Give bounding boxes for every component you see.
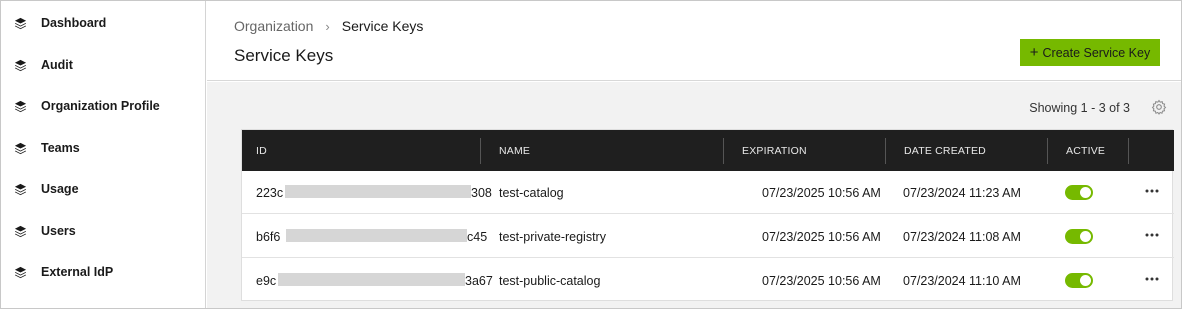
plus-icon: + bbox=[1029, 44, 1039, 61]
service-key-expiration: 07/23/2025 10:56 AM bbox=[762, 185, 881, 200]
column-divider[interactable] bbox=[723, 138, 724, 164]
service-key-expiration: 07/23/2025 10:56 AM bbox=[762, 273, 881, 288]
more-options-icon[interactable] bbox=[1144, 271, 1160, 287]
column-divider[interactable] bbox=[1047, 138, 1048, 164]
column-header-date-created[interactable]: DATE CREATED bbox=[904, 130, 986, 171]
column-header-expiration[interactable]: EXPIRATION bbox=[742, 130, 807, 171]
sidebar-item-label: Usage bbox=[41, 182, 79, 196]
sidebar-item-external-idp[interactable]: External IdP bbox=[1, 254, 206, 290]
service-key-id-suffix: 308 bbox=[471, 185, 492, 200]
toggle-knob bbox=[1080, 231, 1091, 242]
service-key-name: test-public-catalog bbox=[499, 273, 601, 288]
redacted-id bbox=[285, 185, 471, 198]
sidebar-item-organization-profile[interactable]: Organization Profile bbox=[1, 88, 206, 124]
layers-icon bbox=[14, 17, 27, 29]
sidebar-item-label: Organization Profile bbox=[41, 99, 160, 113]
breadcrumb-organization-link[interactable]: Organization bbox=[234, 18, 313, 34]
service-key-date-created: 07/23/2024 11:08 AM bbox=[903, 229, 1021, 244]
sidebar-item-teams[interactable]: Teams bbox=[1, 130, 206, 166]
column-header-name[interactable]: NAME bbox=[499, 130, 530, 171]
layers-icon bbox=[14, 100, 27, 112]
column-divider[interactable] bbox=[885, 138, 886, 164]
service-key-name: test-catalog bbox=[499, 185, 564, 200]
create-service-key-label: Create Service Key bbox=[1042, 45, 1151, 60]
create-service-key-button[interactable]: + Create Service Key bbox=[1020, 39, 1160, 66]
content-area: Showing 1 - 3 of 3 ID NAME EXPIRATION DA… bbox=[207, 82, 1181, 308]
page-title: Service Keys bbox=[234, 46, 334, 65]
page-header: Organization › Service Keys Service Keys… bbox=[207, 1, 1181, 81]
table-row[interactable]: e9c 3a67 test-public-catalog 07/23/2025 … bbox=[242, 259, 1174, 302]
table-header: ID NAME EXPIRATION DATE CREATED ACTIVE bbox=[242, 130, 1174, 171]
sidebar-item-users[interactable]: Users bbox=[1, 213, 206, 249]
sidebar-item-label: Audit bbox=[41, 58, 73, 72]
service-key-name: test-private-registry bbox=[499, 229, 606, 244]
sidebar-item-audit[interactable]: Audit bbox=[1, 47, 206, 83]
active-toggle[interactable] bbox=[1065, 185, 1093, 200]
column-divider[interactable] bbox=[1128, 138, 1129, 164]
service-key-id-prefix: b6f6 bbox=[256, 229, 281, 244]
column-header-id[interactable]: ID bbox=[256, 130, 267, 171]
gear-icon[interactable] bbox=[1151, 99, 1167, 115]
active-toggle[interactable] bbox=[1065, 273, 1093, 288]
showing-count: Showing 1 - 3 of 3 bbox=[1029, 101, 1130, 115]
toggle-knob bbox=[1080, 187, 1091, 198]
sidebar-item-label: Users bbox=[41, 224, 76, 238]
breadcrumb-current: Service Keys bbox=[341, 18, 424, 34]
active-toggle[interactable] bbox=[1065, 229, 1093, 244]
service-key-expiration: 07/23/2025 10:56 AM bbox=[762, 229, 881, 244]
redacted-id bbox=[286, 229, 467, 242]
column-header-active[interactable]: ACTIVE bbox=[1066, 130, 1105, 171]
service-key-id-prefix: e9c bbox=[256, 273, 277, 288]
layers-icon bbox=[14, 225, 27, 237]
service-key-id-suffix: c45 bbox=[467, 229, 488, 244]
sidebar-item-label: Teams bbox=[41, 141, 80, 155]
sidebar-item-usage[interactable]: Usage bbox=[1, 171, 206, 207]
table-row[interactable]: 223c 308 test-catalog 07/23/2025 10:56 A… bbox=[242, 171, 1174, 214]
layers-icon bbox=[14, 142, 27, 154]
service-key-date-created: 07/23/2024 11:10 AM bbox=[903, 273, 1021, 288]
breadcrumb: Organization › Service Keys bbox=[234, 18, 423, 34]
sidebar-item-label: External IdP bbox=[41, 265, 114, 279]
service-key-id-suffix: 3a67 bbox=[465, 273, 493, 288]
toggle-knob bbox=[1080, 275, 1091, 286]
layers-icon bbox=[14, 59, 27, 71]
breadcrumb-separator-icon: › bbox=[325, 18, 330, 34]
redacted-id bbox=[278, 273, 465, 286]
sidebar: Dashboard Audit Organization Profile Tea… bbox=[1, 1, 206, 308]
sidebar-item-label: Dashboard bbox=[41, 16, 107, 30]
layers-icon bbox=[14, 183, 27, 195]
column-divider[interactable] bbox=[480, 138, 481, 164]
service-key-date-created: 07/23/2024 11:23 AM bbox=[903, 185, 1021, 200]
layers-icon bbox=[14, 266, 27, 278]
sidebar-item-dashboard[interactable]: Dashboard bbox=[1, 5, 206, 41]
service-key-id-prefix: 223c bbox=[256, 185, 284, 200]
service-keys-table: ID NAME EXPIRATION DATE CREATED ACTIVE 2… bbox=[241, 129, 1174, 302]
table-row[interactable]: b6f6 c45 test-private-registry 07/23/202… bbox=[242, 215, 1174, 258]
more-options-icon[interactable] bbox=[1144, 183, 1160, 199]
more-options-icon[interactable] bbox=[1144, 227, 1160, 243]
